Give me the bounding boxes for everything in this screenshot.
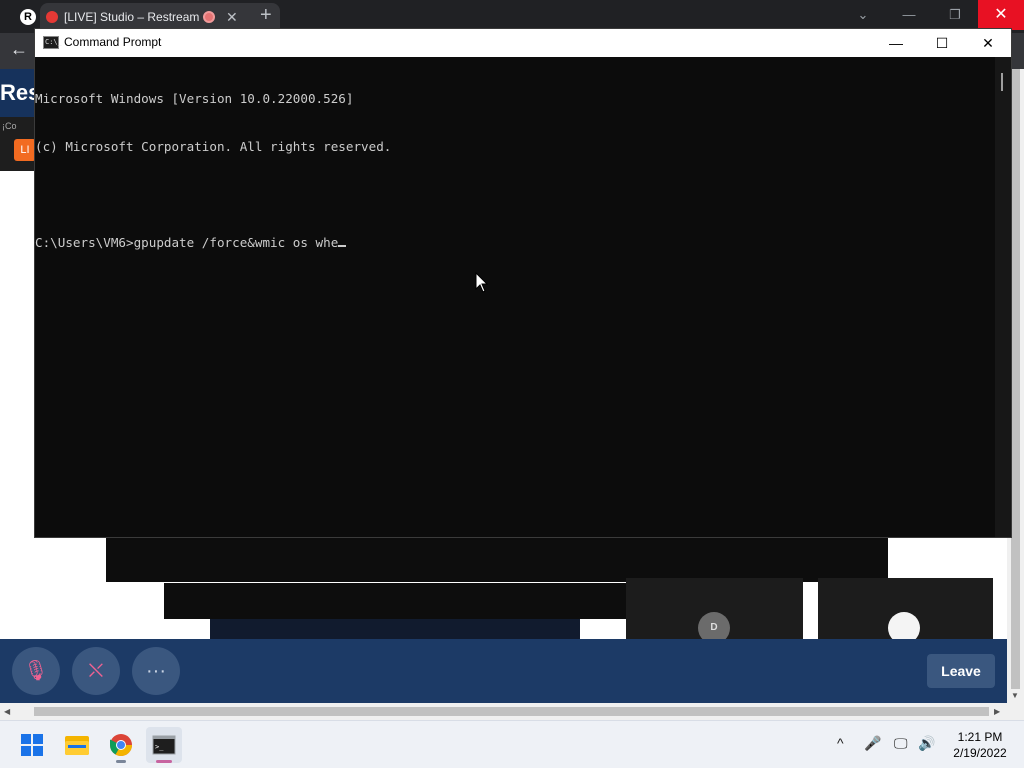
desktop-screen: R [LIVE] Studio – Restream ✕ + ⌄ — ❐ ✕ ←… [0,0,1024,768]
cmd-maximize-button[interactable]: ☐ [919,29,965,57]
taskbar-chrome[interactable] [103,727,139,763]
live-indicator-icon [46,11,58,23]
console-line: (c) Microsoft Corporation. All rights re… [35,139,392,154]
command-prompt-icon: C:\_ [43,36,62,49]
new-tab-button[interactable]: + [260,4,272,27]
command-prompt-icon: >_ [152,735,176,755]
scrollbar-thumb[interactable] [1011,69,1020,689]
mute-mic-button[interactable]: 🎙 [12,647,60,695]
browser-close-button[interactable]: ✕ [978,0,1024,30]
taskbar-command-prompt[interactable]: >_ [146,727,182,763]
participant-tile[interactable]: D [626,578,803,644]
scroll-right-arrow-icon[interactable]: ▶ [994,707,1000,716]
call-controls-bar: 🎙 ⛌ ··· Leave [0,639,1007,703]
console-prompt-text: C:\Users\VM6>gpupdate /force&wmic os whe [35,235,339,250]
cmd-minimize-button[interactable]: — [873,29,919,57]
cmd-scrollbar-thumb[interactable] [1001,73,1003,91]
running-indicator [116,760,126,763]
live-badge: LI [14,139,36,161]
text-cursor [338,245,347,247]
show-hidden-icons-chevron-icon[interactable]: ^ [837,735,844,751]
mouse-pointer-icon [475,272,489,293]
restream-info-text: ¡Co [2,121,17,131]
video-preview [164,583,626,619]
cmd-title-bar[interactable]: C:\_ Command Prompt — ☐ ✕ [35,29,1011,57]
cmd-scrollbar[interactable] [995,57,1011,537]
system-clock[interactable]: 1:21 PM 2/19/2022 [944,729,1016,761]
cmd-console-output[interactable]: Microsoft Windows [Version 10.0.22000.52… [35,57,995,537]
console-input-line[interactable]: C:\Users\VM6>gpupdate /force&wmic os whe [35,235,995,251]
video-stage [106,538,888,582]
more-options-button[interactable]: ··· [132,647,180,695]
mic-off-icon: 🎙 [23,660,49,682]
scrollbar-thumb[interactable] [34,707,989,716]
clock-date: 2/19/2022 [953,746,1007,760]
scroll-left-arrow-icon[interactable]: ◀ [4,707,10,716]
taskbar-file-explorer[interactable] [59,727,95,763]
scroll-down-arrow-icon[interactable]: ▼ [1011,691,1019,700]
browser-restore-button[interactable]: ❐ [932,0,978,30]
command-prompt-window[interactable]: C:\_ Command Prompt — ☐ ✕ Microsoft Wind… [34,28,1012,538]
back-arrow-icon[interactable]: ← [10,39,28,60]
restream-favicon: R [20,9,36,25]
windows-taskbar: >_ ^ 🎤 🖵 🔊 1:21 PM 2/19/2022 [0,720,1024,768]
svg-text:>_: >_ [155,743,164,751]
page-horizontal-scrollbar[interactable]: ◀ ▶ [0,703,1007,720]
clock-time: 1:21 PM [957,730,1003,744]
camera-off-icon: ⛌ [88,660,104,682]
leave-button[interactable]: Leave [927,654,995,688]
start-button[interactable] [14,727,50,763]
chrome-icon [110,734,132,756]
participant-tile-self[interactable] [818,578,993,644]
tab-close-icon[interactable]: ✕ [226,3,238,31]
recording-icon [203,11,215,23]
video-preview-lower [210,619,580,639]
camera-off-button[interactable]: ⛌ [72,647,120,695]
browser-tab-title: [LIVE] Studio – Restream [64,10,200,24]
tab-search-button[interactable]: ⌄ [840,0,886,30]
network-icon[interactable]: 🖵 [894,735,908,752]
cmd-window-title: Command Prompt [64,35,162,49]
microphone-icon[interactable]: 🎤 [864,735,881,752]
file-explorer-icon [65,736,89,755]
cmd-close-button[interactable]: ✕ [965,29,1011,57]
volume-icon[interactable]: 🔊 [918,735,935,752]
console-line: Microsoft Windows [Version 10.0.22000.52… [35,91,354,106]
start-icon [21,734,43,756]
running-indicator [156,760,172,763]
more-icon: ··· [146,660,166,682]
browser-minimize-button[interactable]: — [886,0,932,30]
